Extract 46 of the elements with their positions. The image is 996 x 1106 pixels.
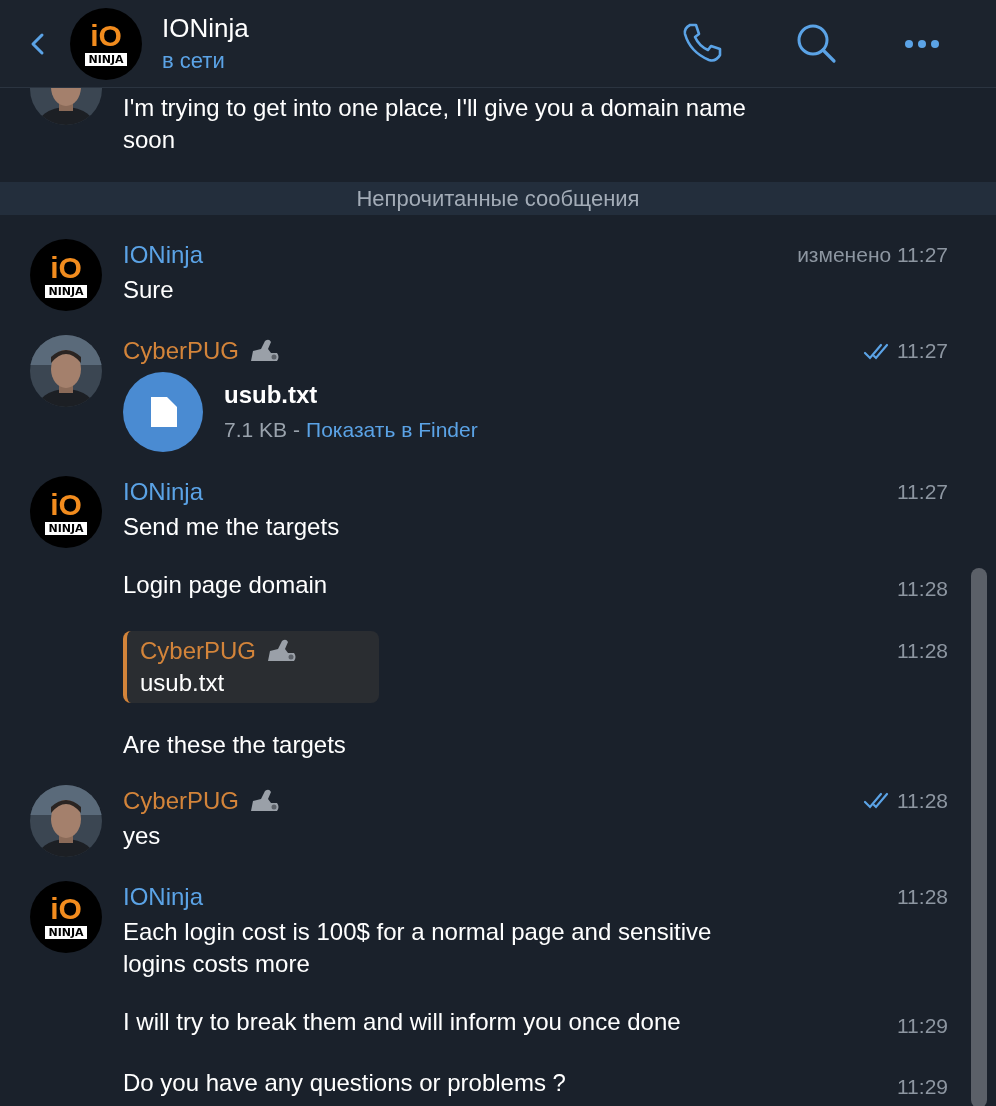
- message-text: Each login cost is 100$ for a normal page and sensitive logins costs more: [123, 916, 713, 979]
- message-text: Send me the targets: [123, 512, 341, 542]
- logo-caption: NINJA: [45, 521, 87, 535]
- file-size: 7.1 KB: [224, 417, 288, 443]
- scrollbar[interactable]: [971, 568, 987, 1106]
- message-time: 11:27: [897, 479, 948, 506]
- logo-mark: iO: [90, 21, 122, 51]
- message-text: Sure: [123, 275, 175, 305]
- message-text: Are these the targets: [123, 729, 347, 760]
- file-name: usub.txt: [224, 380, 319, 410]
- message-time: изменено 11:27: [797, 242, 948, 269]
- logo-caption: NINJA: [45, 284, 87, 298]
- sender-name: CyberPUG: [123, 785, 240, 816]
- sender-name: IONinja: [123, 881, 204, 912]
- more-icon[interactable]: [904, 38, 940, 49]
- message-text: I'm trying to get into one place, I'll give you a domain name soon: [123, 93, 747, 155]
- file-icon[interactable]: [123, 372, 203, 452]
- message-time: 11:28: [897, 883, 948, 910]
- quoted-sender: CyberPUG: [140, 635, 257, 666]
- online-status: в сети: [162, 46, 226, 75]
- message-time: 11:29: [897, 1075, 948, 1098]
- chat-title: IONinja: [162, 11, 249, 44]
- message-time: 11:28: [897, 577, 948, 600]
- message-text: Do you have any questions or problems ?: [123, 1068, 567, 1098]
- message-time: 11:29: [897, 1013, 948, 1037]
- logo-mark: iO: [50, 489, 82, 520]
- message-text: Login page domain: [123, 570, 329, 600]
- logo-mark: iO: [50, 894, 82, 924]
- sender-name: IONinja: [123, 477, 204, 507]
- message-time: 11:28: [897, 638, 948, 662]
- sender-name: IONinja: [123, 240, 204, 270]
- reply-quote[interactable]: CyberPUG usub.txt: [123, 630, 379, 703]
- search-icon[interactable]: [796, 22, 838, 65]
- quoted-text: usub.txt: [140, 667, 226, 698]
- logo-caption: NINJA: [85, 53, 127, 66]
- sender-name: CyberPUG: [123, 336, 240, 366]
- message-time: 11:28: [897, 787, 948, 814]
- show-in-finder-link[interactable]: Показать в Finder: [306, 415, 478, 445]
- logo-mark: iO: [50, 252, 82, 283]
- message-time: 11:27: [897, 338, 948, 365]
- logo-caption: NINJA: [45, 926, 87, 939]
- separator-text: -: [293, 417, 301, 443]
- back-icon[interactable]: [29, 31, 45, 56]
- message-text: I will try to break them and will inform you once done: [123, 1006, 682, 1037]
- message-text: yes: [123, 820, 162, 851]
- divider-label: Непрочитанные сообщения: [356, 185, 640, 213]
